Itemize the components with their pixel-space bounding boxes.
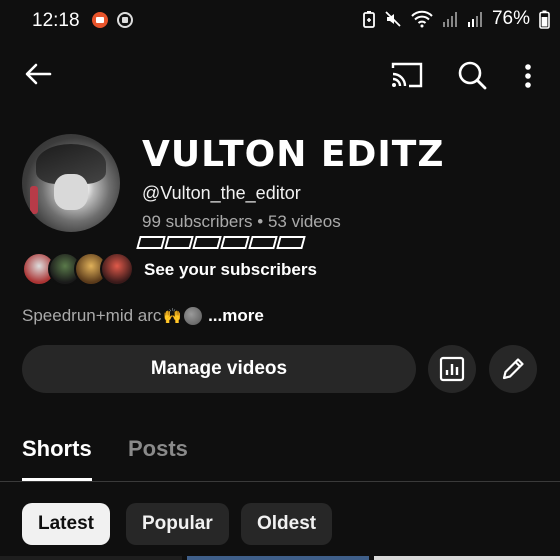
analytics-button[interactable] [428,345,476,393]
cast-button[interactable] [390,60,424,90]
channel-name: VULTON EDITZ [142,134,445,175]
battery-icon [539,10,550,29]
tab-shorts[interactable]: Shorts [22,436,92,462]
channel-description[interactable]: Speedrun+mid arc 🙌 ...more [22,306,264,326]
wifi-icon [411,10,433,28]
signal-icon [467,12,482,27]
description-more-link[interactable]: ...more [208,306,264,326]
description-text: Speedrun+mid arc [22,306,162,325]
short-thumbnail[interactable] [374,556,560,560]
channel-avatar[interactable] [22,134,120,232]
sort-chip-latest[interactable]: Latest [22,503,110,545]
signal-icon [442,12,457,27]
media-icon [117,12,133,28]
short-thumbnail[interactable] [187,556,369,560]
screen-record-icon [92,12,108,28]
more-vert-icon [525,64,531,88]
analytics-icon [439,356,465,382]
moon-emoji-icon [184,307,203,325]
tabs-divider [0,481,560,482]
search-icon [458,61,487,90]
channel-stats: 99 subscribers • 53 videos [142,212,341,231]
edit-channel-button[interactable] [489,345,537,393]
system-status-icons: 76% [363,8,550,30]
mute-icon [385,11,401,27]
short-thumbnail[interactable] [0,556,182,560]
channel-handle: @Vulton_the_editor [142,183,301,203]
more-options-button[interactable] [522,62,534,90]
back-arrow-icon [25,63,52,85]
redacted-bar [136,236,306,249]
raised-hands-emoji-icon: 🙌 [163,308,183,325]
search-button[interactable] [456,59,488,91]
sort-chip-oldest[interactable]: Oldest [241,503,333,545]
battery-saver-icon [363,11,375,28]
cast-icon [391,62,423,88]
see-subscribers-link[interactable]: See your subscribers [144,260,317,280]
back-button[interactable] [22,58,54,90]
pencil-icon [502,358,524,380]
sort-chip-popular[interactable]: Popular [126,503,229,545]
status-time: 12:18 [32,10,80,31]
manage-videos-button[interactable]: Manage videos [22,345,416,393]
tab-posts[interactable]: Posts [128,436,188,462]
subscriber-avatar [100,252,134,286]
battery-level: 76% [491,8,530,29]
subscriber-avatars[interactable] [22,252,134,286]
